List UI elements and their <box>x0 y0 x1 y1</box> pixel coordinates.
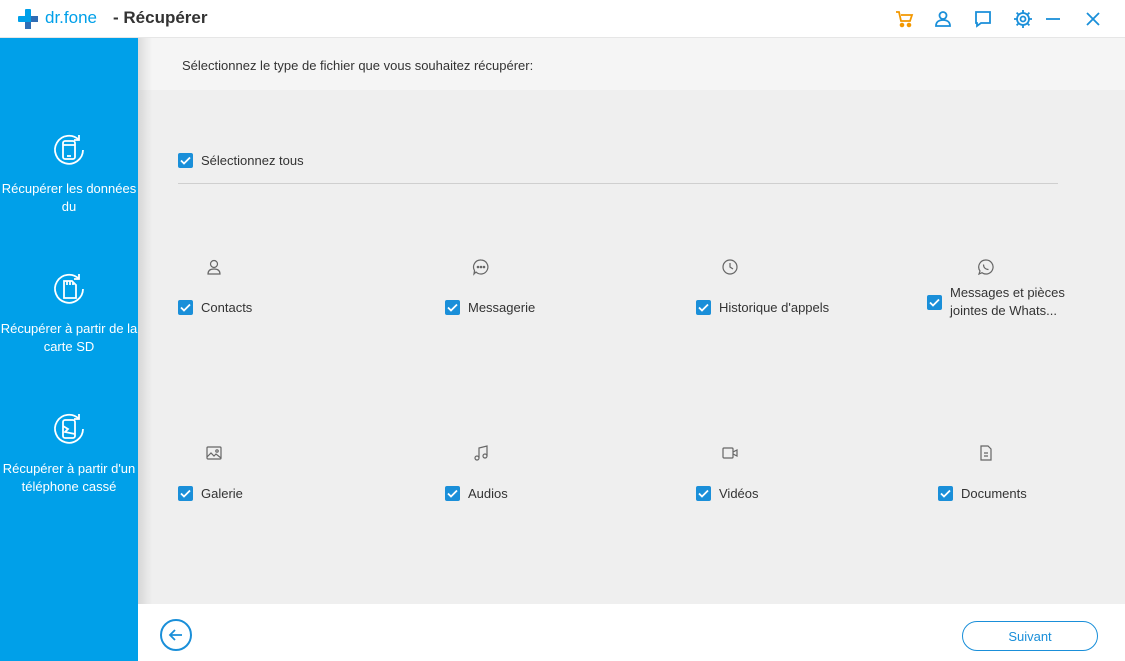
messages-icon <box>472 259 489 276</box>
sd-card-recover-icon <box>54 273 84 304</box>
select-all-label: Sélectionnez tous <box>201 153 304 168</box>
documents-icon <box>980 445 992 461</box>
gallery-icon <box>206 446 222 460</box>
type-contacts-checkbox[interactable]: Contacts <box>178 300 252 315</box>
type-label: Contacts <box>201 300 253 315</box>
type-audio-checkbox[interactable]: Audios <box>445 486 508 501</box>
arrow-left-icon <box>168 629 182 641</box>
cart-icon[interactable] <box>892 7 916 31</box>
checkbox-checked-icon <box>178 153 193 168</box>
checkbox-checked-icon <box>696 486 711 501</box>
drfone-logo-icon <box>18 9 38 29</box>
type-messages-checkbox[interactable]: Messagerie <box>445 300 535 315</box>
feedback-icon[interactable] <box>971 7 995 31</box>
instruction-band: Sélectionnez le type de fichier que vous… <box>138 38 1125 90</box>
close-icon[interactable] <box>1081 7 1105 31</box>
type-label: Vidéos <box>719 486 759 501</box>
instruction-text: Sélectionnez le type de fichier que vous… <box>182 58 534 73</box>
type-label: Historique d'appels <box>719 300 830 315</box>
settings-icon[interactable] <box>1011 7 1035 31</box>
type-video-checkbox[interactable]: Vidéos <box>696 486 759 501</box>
type-label: Documents <box>961 486 1027 501</box>
checkbox-checked-icon <box>938 486 953 501</box>
sidebar: Récupérer les données du Récupérer à par… <box>0 38 138 661</box>
select-all-checkbox[interactable]: Sélectionnez tous <box>178 153 304 168</box>
back-button[interactable] <box>160 619 192 651</box>
checkbox-checked-icon <box>445 486 460 501</box>
broken-phone-recover-icon <box>54 413 84 444</box>
sidebar-item-recover-sd-card[interactable]: Récupérer à partir de la carte SD <box>0 270 138 356</box>
window-title: - Récupérer <box>113 8 208 27</box>
type-label: Galerie <box>201 486 243 501</box>
sidebar-item-label: Récupérer à partir d'un téléphone cassé <box>2 461 136 494</box>
checkbox-checked-icon <box>445 300 460 315</box>
type-label: Messages et pièces jointes de Whats... <box>950 285 1065 318</box>
call-history-icon <box>722 259 738 275</box>
type-whatsapp-checkbox[interactable]: Messages et pièces jointes de Whats... <box>927 284 1070 320</box>
whatsapp-icon <box>978 259 994 276</box>
sidebar-item-label: Récupérer à partir de la carte SD <box>0 321 138 354</box>
type-label: Messagerie <box>468 300 536 315</box>
app-brand: dr.fone <box>45 8 97 27</box>
type-call-history-checkbox[interactable]: Historique d'appels <box>696 300 829 315</box>
main-panel: Sélectionnez le type de fichier que vous… <box>138 38 1125 604</box>
type-documents-checkbox[interactable]: Documents <box>938 486 1027 501</box>
user-icon[interactable] <box>931 7 955 31</box>
next-button[interactable]: Suivant <box>962 621 1098 651</box>
contacts-icon <box>207 259 221 275</box>
sidebar-item-label: Récupérer les données du <box>1 181 137 214</box>
audio-icon <box>474 445 488 461</box>
checkbox-checked-icon <box>178 486 193 501</box>
divider <box>178 183 1058 184</box>
video-icon <box>722 447 738 459</box>
minimize-icon[interactable] <box>1041 7 1065 31</box>
footer: Suivant <box>138 604 1125 661</box>
type-label: Audios <box>468 486 508 501</box>
type-gallery-checkbox[interactable]: Galerie <box>178 486 243 501</box>
sidebar-item-recover-broken-phone[interactable]: Récupérer à partir d'un téléphone cassé <box>0 410 138 496</box>
phone-recover-icon <box>54 134 84 165</box>
checkbox-checked-icon <box>696 300 711 315</box>
checkbox-checked-icon <box>178 300 193 315</box>
checkbox-checked-icon <box>927 294 942 310</box>
sidebar-item-recover-device[interactable]: Récupérer les données du <box>0 131 138 216</box>
title-bar: dr.fone - Récupérer <box>0 0 1125 38</box>
